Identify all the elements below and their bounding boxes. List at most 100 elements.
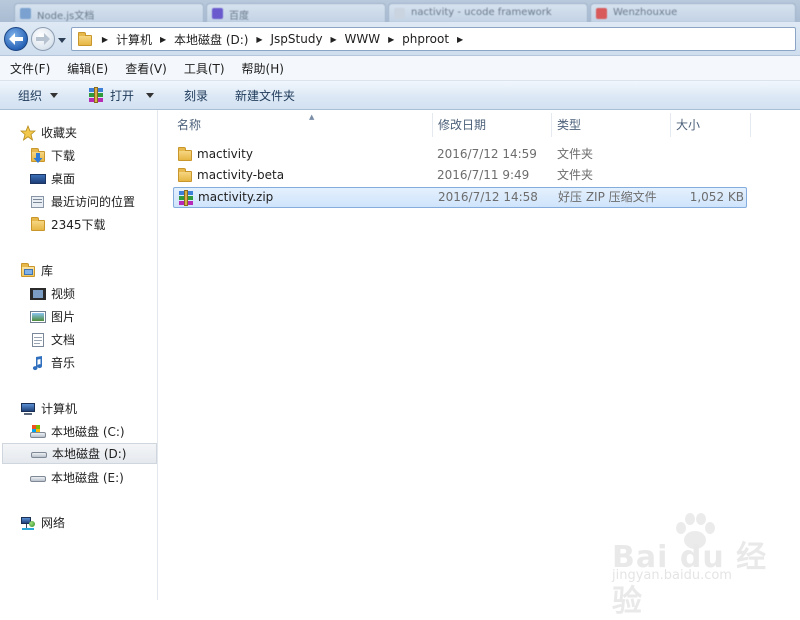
sidebar-item-desktop[interactable]: 桌面 <box>0 168 157 189</box>
sidebar-item-label: 本地磁盘 (E:) <box>51 471 124 485</box>
watermark-url: jingyan.baidu.com <box>612 568 732 583</box>
sidebar-item-label: 音乐 <box>51 356 76 370</box>
arrow-left-icon <box>9 33 23 45</box>
file-name: mactivity.zip <box>198 190 274 204</box>
sidebar-item-videos[interactable]: 视频 <box>0 283 157 304</box>
system-drive-icon <box>30 424 46 440</box>
column-header-date-modified[interactable]: 修改日期 <box>433 113 552 137</box>
arrow-right-icon <box>36 33 50 45</box>
file-row-mactivity[interactable]: mactivity 2016/7/12 14:59 文件夹 <box>173 145 747 166</box>
sidebar-item-drive-e[interactable]: 本地磁盘 (E:) <box>0 467 157 488</box>
breadcrumb-phproot[interactable]: phproot <box>400 32 451 46</box>
breadcrumb-www[interactable]: WWW <box>343 32 383 46</box>
column-headers: 名称 ▲ 修改日期 类型 大小 <box>172 113 765 137</box>
file-row-mactivity-zip[interactable]: mactivity.zip 2016/7/12 14:58 好压 ZIP 压缩文… <box>173 187 747 208</box>
file-size <box>657 166 743 185</box>
file-date: 2016/7/12 14:59 <box>437 147 537 161</box>
background-tab-4[interactable]: Wenzhouxue <box>590 3 796 22</box>
file-row-mactivity-beta[interactable]: mactivity-beta 2016/7/11 9:49 文件夹 <box>173 166 747 187</box>
organize-label: 组织 <box>18 88 43 103</box>
drive-icon <box>31 446 47 462</box>
file-type: 好压 ZIP 压缩文件 <box>558 190 657 204</box>
chevron-right-icon[interactable]: ▶ <box>154 35 172 44</box>
downloads-folder-icon <box>30 147 46 164</box>
column-header-type[interactable]: 类型 <box>552 113 671 137</box>
chevron-down-icon <box>50 92 59 98</box>
tab-title: nactivity - ucode framework <box>411 7 552 18</box>
chevron-right-icon[interactable]: ▶ <box>382 35 400 44</box>
burn-button[interactable]: 刻录 <box>184 81 208 109</box>
breadcrumb-computer[interactable]: 计算机 <box>114 31 154 48</box>
new-folder-button[interactable]: 新建文件夹 <box>235 81 295 109</box>
file-date: 2016/7/12 14:58 <box>438 190 538 204</box>
sidebar-item-label: 本地磁盘 (D:) <box>52 447 127 461</box>
desktop-icon <box>30 171 46 187</box>
open-button[interactable]: 打开 <box>88 81 155 109</box>
baidu-jingyan-watermark: Bai du 经验 jingyan.baidu.com <box>612 512 792 619</box>
command-bar: 组织 打开 刻录 新建文件夹 <box>0 81 800 110</box>
sidebar-favorites[interactable]: 收藏夹 <box>0 122 157 143</box>
background-tab-1[interactable]: Node.js文档 <box>14 3 204 22</box>
breadcrumb-drive-d[interactable]: 本地磁盘 (D:) <box>172 31 250 48</box>
sidebar-item-recent-places[interactable]: 最近访问的位置 <box>0 191 157 212</box>
sidebar-item-music[interactable]: 音乐 <box>0 352 157 373</box>
column-header-label: 修改日期 <box>438 118 487 132</box>
sidebar-item-label: 2345下载 <box>51 218 106 232</box>
organize-button[interactable]: 组织 <box>18 81 59 109</box>
star-icon <box>19 124 37 141</box>
navigation-pane[interactable]: 收藏夹 下载 桌面 最近访问的位置 2345下载 库 视频 图片 文档 音乐 计… <box>0 110 158 600</box>
chevron-right-icon[interactable]: ▶ <box>451 35 469 44</box>
sidebar-network[interactable]: 网络 <box>0 512 157 533</box>
navigation-bar: ▶ 计算机 ▶ 本地磁盘 (D:) ▶ JspStudy ▶ WWW ▶ php… <box>0 22 800 56</box>
breadcrumb-jspstudy[interactable]: JspStudy <box>268 32 324 46</box>
sidebar-computer[interactable]: 计算机 <box>0 398 157 419</box>
forward-button[interactable] <box>31 27 55 51</box>
chevron-right-icon[interactable]: ▶ <box>325 35 343 44</box>
menu-view[interactable]: 查看(V) <box>115 60 174 77</box>
pictures-icon <box>30 309 46 325</box>
tab-title: Wenzhouxue <box>613 7 678 18</box>
file-size <box>657 145 743 164</box>
background-tab-3[interactable]: nactivity - ucode framework <box>388 3 588 22</box>
sidebar-libraries[interactable]: 库 <box>0 260 157 281</box>
folder-icon <box>30 216 46 233</box>
music-icon <box>30 355 46 371</box>
folder-icon <box>78 31 92 46</box>
folder-icon <box>177 168 193 184</box>
recent-pages-dropdown-icon[interactable] <box>57 35 67 45</box>
menu-help[interactable]: 帮助(H) <box>232 60 291 77</box>
sidebar-item-2345-downloads[interactable]: 2345下载 <box>0 214 157 235</box>
sidebar-item-downloads[interactable]: 下载 <box>0 145 157 166</box>
sidebar-item-drive-d[interactable]: 本地磁盘 (D:) <box>2 443 157 464</box>
menu-file[interactable]: 文件(F) <box>0 60 57 77</box>
sidebar-item-label: 桌面 <box>51 172 76 186</box>
sidebar-item-label: 图片 <box>51 310 76 324</box>
menu-edit[interactable]: 编辑(E) <box>57 60 115 77</box>
back-button[interactable] <box>4 27 28 51</box>
chevron-right-icon[interactable]: ▶ <box>250 35 268 44</box>
background-tab-2[interactable]: 百度 <box>206 3 386 22</box>
burn-label: 刻录 <box>184 88 209 103</box>
sidebar-item-label: 下载 <box>51 149 76 163</box>
column-header-size[interactable]: 大小 <box>671 113 751 137</box>
browser-tab-strip: Node.js文档 百度 nactivity - ucode framework… <box>0 0 800 22</box>
documents-icon <box>30 332 46 348</box>
menu-tools[interactable]: 工具(T) <box>174 60 232 77</box>
recent-places-icon <box>30 194 46 210</box>
file-type: 文件夹 <box>557 147 594 161</box>
sidebar-item-documents[interactable]: 文档 <box>0 329 157 350</box>
sidebar-favorites-label: 收藏夹 <box>41 126 78 140</box>
column-header-name[interactable]: 名称 <box>172 113 433 137</box>
library-icon <box>20 262 36 279</box>
sidebar-item-pictures[interactable]: 图片 <box>0 306 157 327</box>
video-icon <box>30 286 46 302</box>
computer-icon <box>20 401 36 417</box>
sidebar-item-label: 本地磁盘 (C:) <box>51 425 125 439</box>
address-bar[interactable]: ▶ 计算机 ▶ 本地磁盘 (D:) ▶ JspStudy ▶ WWW ▶ php… <box>71 27 796 51</box>
file-type: 文件夹 <box>557 168 594 182</box>
sidebar-item-drive-c[interactable]: 本地磁盘 (C:) <box>0 421 157 442</box>
chevron-right-icon[interactable]: ▶ <box>96 35 114 44</box>
tab-favicon-icon <box>20 8 31 19</box>
sidebar-libraries-label: 库 <box>41 264 54 278</box>
tab-favicon-icon <box>394 8 405 19</box>
